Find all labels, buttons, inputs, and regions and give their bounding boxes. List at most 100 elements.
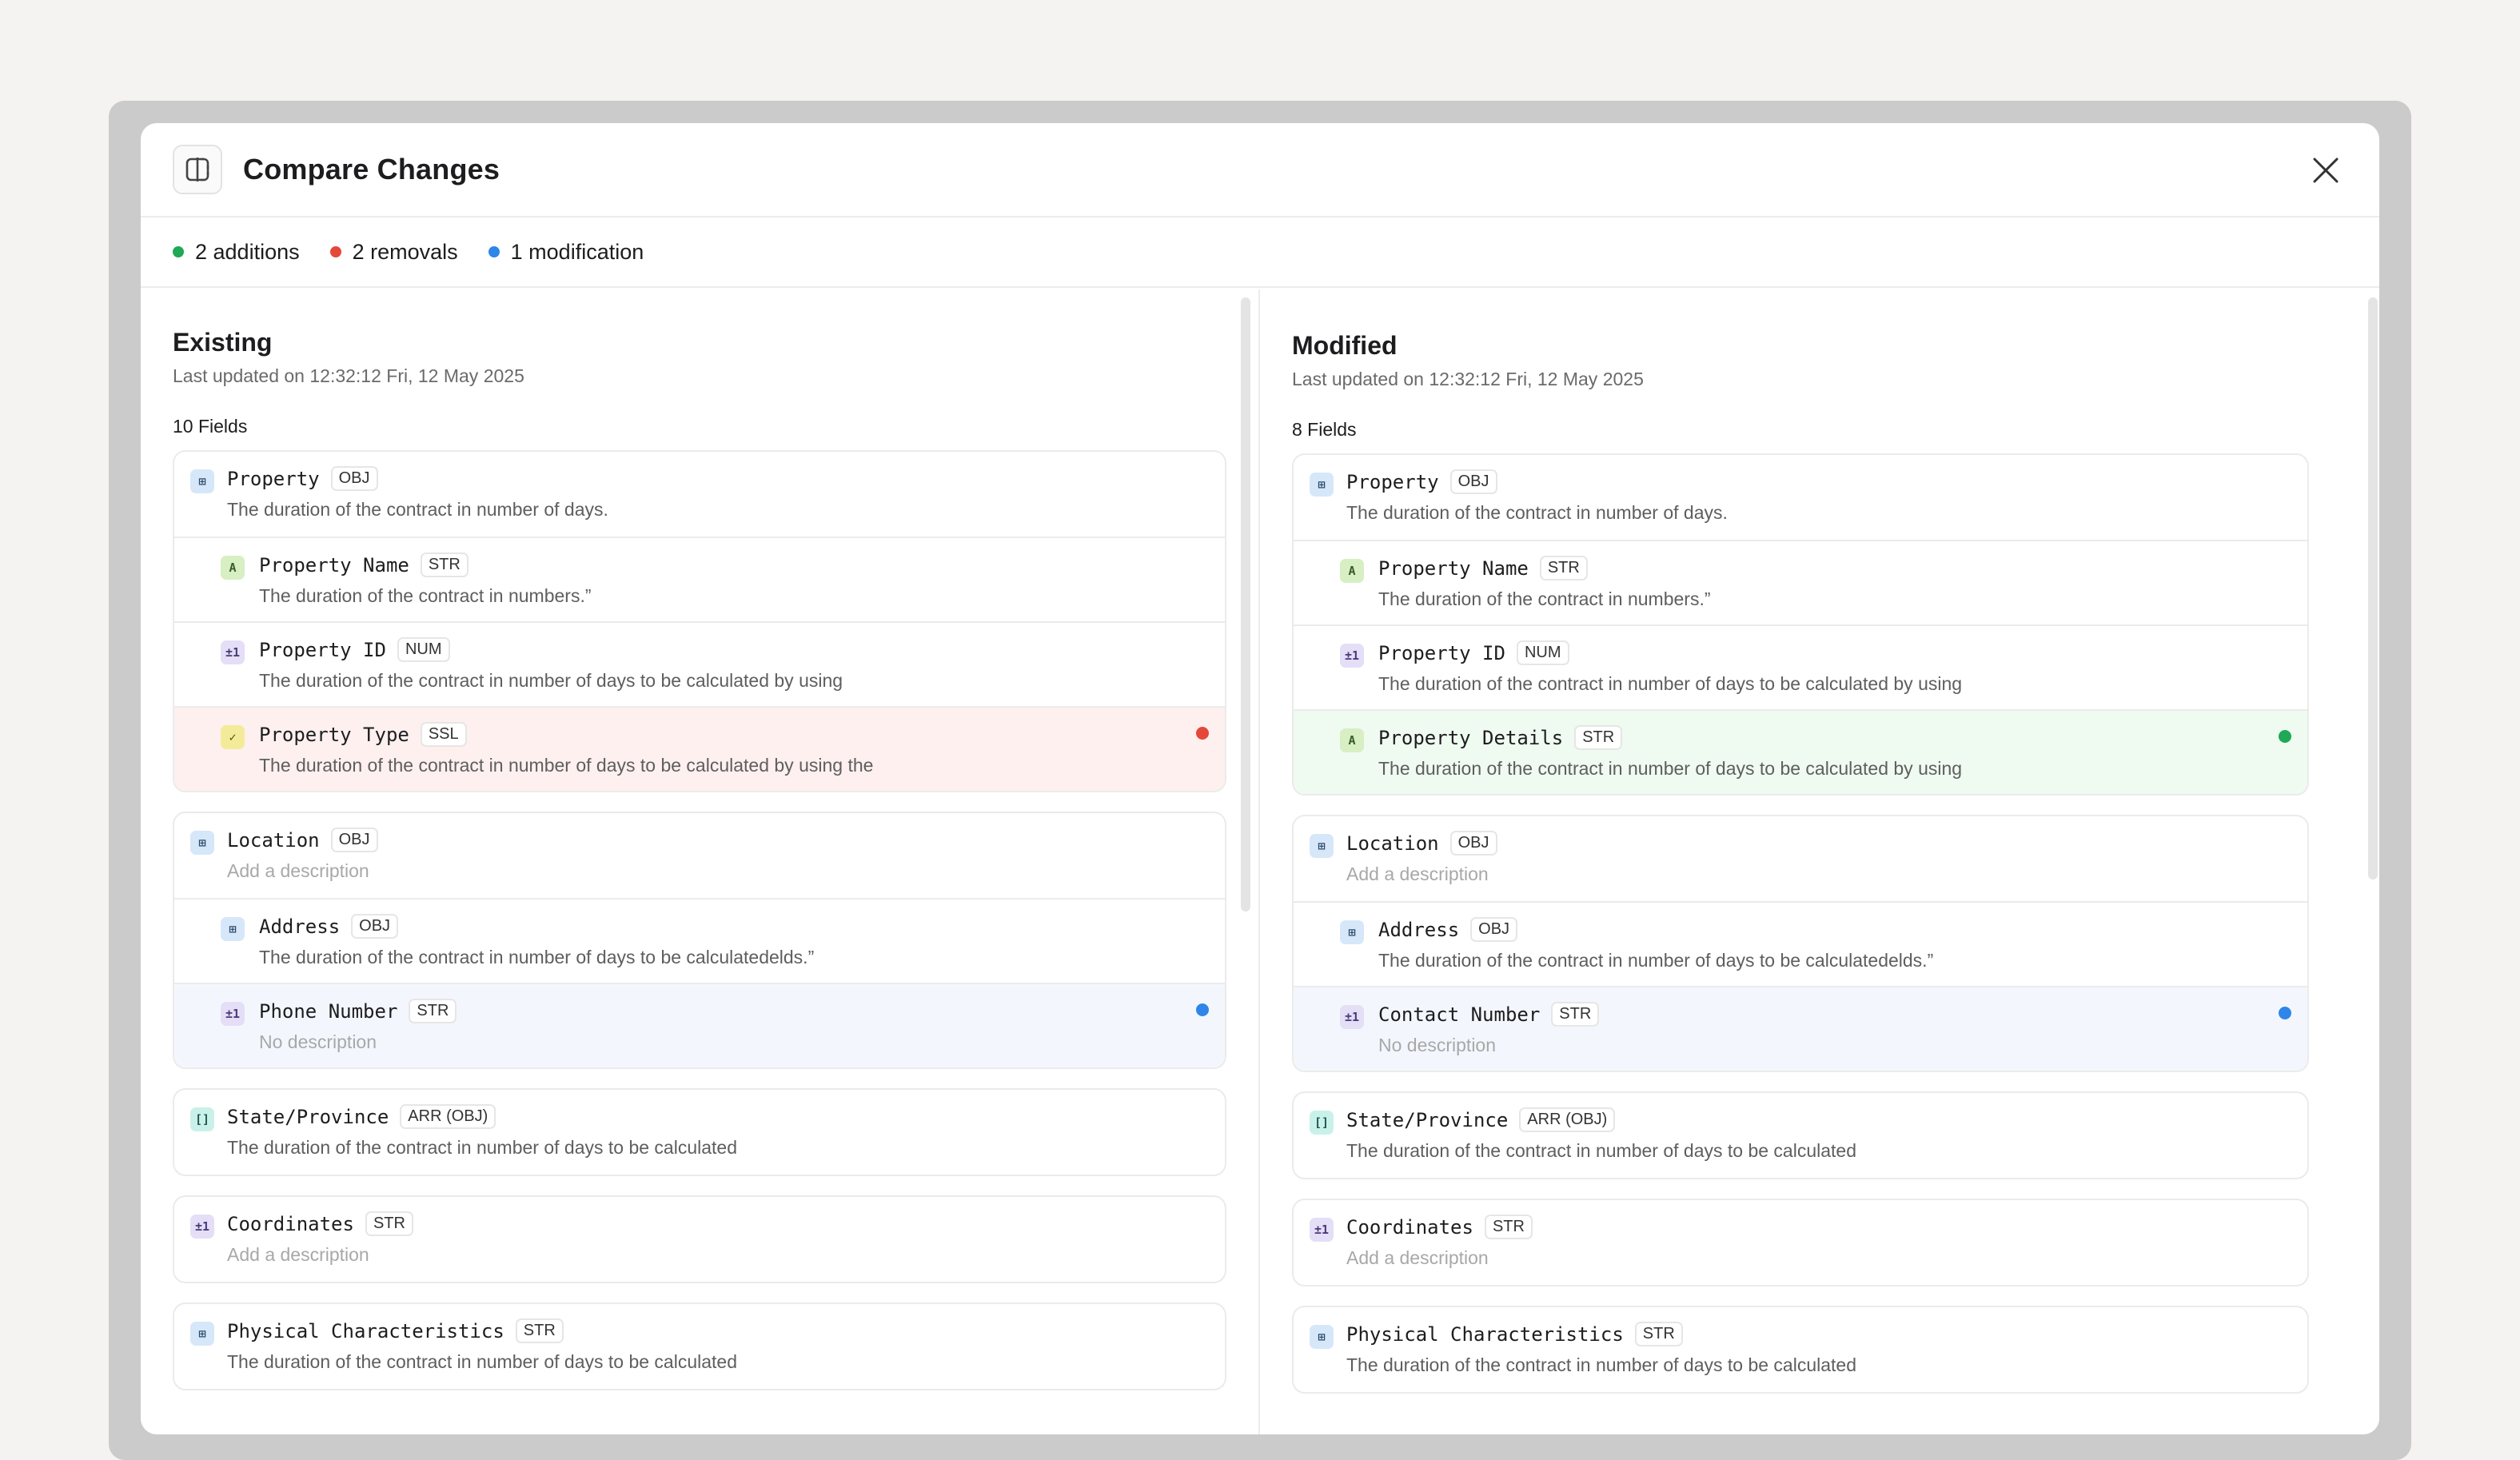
field-header: Property OBJ xyxy=(227,466,1209,491)
existing-updated: Last updated on 12:32:12 Fri, 12 May 202… xyxy=(173,365,524,386)
field-row[interactable]: [] State/Province ARR (OBJ) The duration of… xyxy=(174,1090,1225,1175)
field-description: The duration of the contract in number o… xyxy=(1378,950,1934,971)
field-type-badge: OBJ xyxy=(330,466,378,491)
array-icon: [] xyxy=(1310,1111,1334,1135)
object-icon: ⊞ xyxy=(1310,1325,1334,1349)
object-icon: ⊞ xyxy=(190,831,214,855)
field-row[interactable]: ±1 Contact Number STR No description xyxy=(1294,986,2307,1071)
field-type-badge: STR xyxy=(1551,1002,1600,1027)
field-name: Property ID xyxy=(1378,641,1505,664)
field-type-badge: STR xyxy=(365,1211,413,1236)
field-header: Address OBJ xyxy=(1378,917,2291,942)
summary-additions: 2 additions xyxy=(173,240,300,265)
field-name: Physical Characteristics xyxy=(227,1319,504,1342)
removed-indicator-dot xyxy=(1196,727,1209,740)
field-description: The duration of the contract in number o… xyxy=(1378,758,1963,779)
field-group: ⊞ Physical Characteristics STR The duration… xyxy=(1292,1306,2309,1394)
field-description: The duration of the contract in number o… xyxy=(259,947,815,967)
modified-indicator-dot xyxy=(1196,1003,1209,1016)
field-type-badge: STR xyxy=(1634,1322,1683,1346)
modifications-label: 1 modification xyxy=(510,239,644,264)
field-group: ⊞ Location OBJ Add a description ⊞ Address OBJ… xyxy=(1292,815,2309,1072)
field-row[interactable]: ±1 Phone Number STR No description xyxy=(174,983,1225,1067)
field-type-badge: STR xyxy=(1574,725,1623,750)
existing-field-list: ⊞ Property OBJ The duration of the contract… xyxy=(173,450,1226,1390)
field-description: The duration of the contract in number o… xyxy=(227,1137,737,1158)
field-type-badge: SSL xyxy=(420,722,467,747)
change-summary: 2 additions 2 removals 1 modification xyxy=(141,217,2379,288)
object-icon: ⊞ xyxy=(221,917,245,941)
field-row[interactable]: A Property Name STR The duration of the con… xyxy=(1294,540,2307,624)
field-name: Address xyxy=(259,915,341,938)
field-row[interactable]: [] State/Province ARR (OBJ) The duration of… xyxy=(1294,1093,2307,1178)
removals-label: 2 removals xyxy=(352,239,458,264)
modified-scrollbar[interactable] xyxy=(2368,297,2378,880)
additions-dot xyxy=(173,246,184,257)
field-name: Property ID xyxy=(259,638,386,661)
existing-title: Existing xyxy=(173,328,273,357)
modified-indicator-dot xyxy=(2279,1007,2291,1019)
number-icon: ±1 xyxy=(221,640,245,664)
field-header: Property ID NUM xyxy=(1378,640,2291,665)
field-row[interactable]: A Property Details STR The duration of the … xyxy=(1294,709,2307,794)
field-row[interactable]: ⊞ Location OBJ Add a description xyxy=(174,813,1225,898)
field-row[interactable]: ⊞ Property OBJ The duration of the contract… xyxy=(174,452,1225,537)
field-description: The duration of the contract in numbers.… xyxy=(1378,588,1711,609)
field-name: Phone Number xyxy=(259,999,398,1023)
field-description: The duration of the contract in number o… xyxy=(1378,673,1963,694)
summary-modifications: 1 modification xyxy=(488,240,644,265)
field-name: Property Type xyxy=(259,723,409,746)
field-type-badge: ARR (OBJ) xyxy=(400,1104,496,1129)
field-name: Property Name xyxy=(259,553,409,576)
field-row[interactable]: ±1 Coordinates STR Add a description xyxy=(174,1197,1225,1282)
additions-label: 2 additions xyxy=(195,239,300,264)
field-type-badge: ARR (OBJ) xyxy=(1519,1107,1616,1132)
field-row[interactable]: ±1 Property ID NUM The duration of the cont… xyxy=(174,621,1225,706)
field-header: Location OBJ xyxy=(1346,831,2291,856)
compare-changes-dialog: Compare Changes 2 additions 2 removals 1… xyxy=(141,123,2379,1434)
object-icon: ⊞ xyxy=(1310,834,1334,858)
field-row[interactable]: ±1 Property ID NUM The duration of the cont… xyxy=(1294,624,2307,709)
field-row[interactable]: A Property Name STR The duration of the con… xyxy=(174,537,1225,621)
field-description: Add a description xyxy=(1346,1247,1489,1268)
removals-dot xyxy=(329,246,341,257)
field-header: State/Province ARR (OBJ) xyxy=(227,1104,1209,1129)
field-group: [] State/Province ARR (OBJ) The duration of… xyxy=(173,1088,1226,1176)
field-name: Property xyxy=(1346,470,1439,493)
field-row[interactable]: ⊞ Property OBJ The duration of the contract… xyxy=(1294,455,2307,540)
modified-title: Modified xyxy=(1292,331,1398,360)
field-description: No description xyxy=(259,1031,377,1052)
close-button[interactable] xyxy=(2307,152,2344,189)
number-icon: ±1 xyxy=(221,1002,245,1026)
object-icon: ⊞ xyxy=(190,469,214,493)
object-icon: ⊞ xyxy=(190,1322,214,1346)
compare-panes: Existing Last updated on 12:32:12 Fri, 1… xyxy=(141,289,2379,1434)
field-row[interactable]: ⊞ Address OBJ The duration of the contract … xyxy=(1294,901,2307,986)
field-row[interactable]: ✓ Property Type SSL The duration of the con… xyxy=(174,706,1225,791)
field-header: Coordinates STR xyxy=(227,1211,1209,1236)
field-type-badge: STR xyxy=(409,999,457,1023)
field-description: The duration of the contract in number o… xyxy=(227,499,608,520)
field-description: The duration of the contract in numbers.… xyxy=(259,585,592,606)
field-description: Add a description xyxy=(227,1244,369,1265)
field-description: Add a description xyxy=(1346,864,1489,884)
field-header: Contact Number STR xyxy=(1378,1002,2291,1027)
field-row[interactable]: ⊞ Physical Characteristics STR The duration… xyxy=(174,1304,1225,1389)
field-group: ⊞ Property OBJ The duration of the contract… xyxy=(173,450,1226,792)
existing-scrollbar[interactable] xyxy=(1241,297,1250,912)
field-row[interactable]: ⊞ Address OBJ The duration of the contract … xyxy=(174,898,1225,983)
field-header: Location OBJ xyxy=(227,828,1209,852)
field-row[interactable]: ⊞ Location OBJ Add a description xyxy=(1294,816,2307,901)
field-row[interactable]: ±1 Coordinates STR Add a description xyxy=(1294,1200,2307,1285)
field-name: Coordinates xyxy=(227,1212,354,1235)
modified-pane: Modified Last updated on 12:32:12 Fri, 1… xyxy=(1260,289,2379,1434)
field-header: Phone Number STR xyxy=(259,999,1209,1023)
field-header: Property Type SSL xyxy=(259,722,1209,747)
field-description: The duration of the contract in number o… xyxy=(1346,1354,1856,1375)
field-description: The duration of the contract in number o… xyxy=(1346,502,1728,523)
field-row[interactable]: ⊞ Physical Characteristics STR The duration… xyxy=(1294,1307,2307,1392)
number-icon: ±1 xyxy=(1340,1005,1364,1029)
added-indicator-dot xyxy=(2279,730,2291,743)
field-header: State/Province ARR (OBJ) xyxy=(1346,1107,2291,1132)
field-description: Add a description xyxy=(227,860,369,881)
